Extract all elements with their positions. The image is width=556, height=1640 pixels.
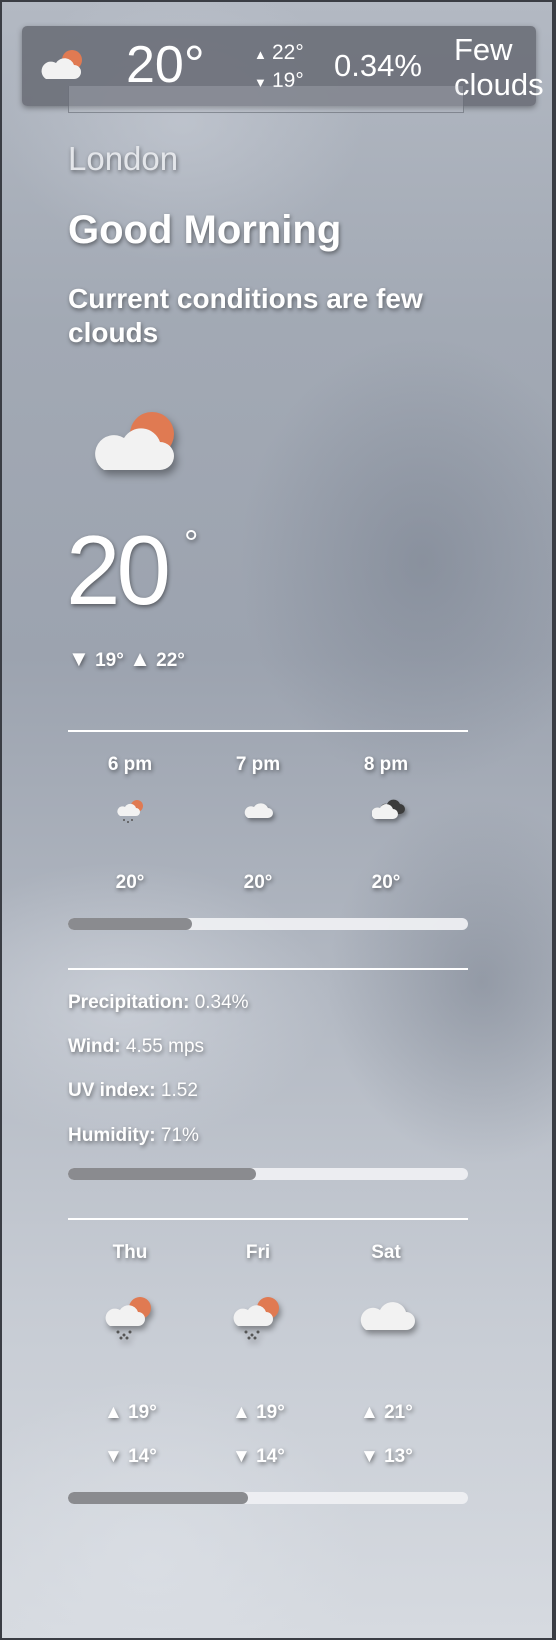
wind-value: 4.55 mps (125, 1036, 205, 1057)
hour-temp: 20° (371, 872, 401, 893)
hour-label: 6 pm (107, 754, 153, 775)
search-input[interactable] (68, 86, 464, 113)
day-high-value: 19° (256, 1402, 285, 1423)
hour-label: 7 pm (235, 754, 281, 775)
wind-row: Wind: 4.55 mps (68, 1036, 204, 1058)
day-low-value: 14° (128, 1446, 157, 1467)
down-triangle-icon: ▼ (232, 1446, 251, 1467)
day-high: ▲ 19° (104, 1402, 184, 1424)
divider (68, 968, 468, 970)
precipitation-label: Precipitation: (68, 992, 190, 1013)
day-label: Fri (245, 1242, 271, 1263)
scrollbar-thumb[interactable] (68, 918, 192, 930)
weather-page: 20° ▲ 22° ▼ 19° 0.34% Few clouds London Go… (2, 2, 552, 1638)
humidity-value: 71% (160, 1125, 199, 1146)
day-label: Thu (112, 1242, 148, 1263)
hourly-scrollbar[interactable] (68, 918, 468, 930)
down-triangle-icon: ▼ (104, 1446, 123, 1467)
current-high: 22° (156, 650, 185, 671)
daily-scrollbar[interactable] (68, 1492, 468, 1504)
uv-value: 1.52 (160, 1080, 198, 1101)
few-clouds-rain-icon (232, 1294, 284, 1346)
current-temp: 20 (66, 515, 171, 625)
up-triangle-icon: ▲ (129, 646, 151, 671)
details-scrollbar[interactable] (68, 1168, 468, 1180)
day-low: ▼ 14° (232, 1446, 312, 1468)
day-low-value: 13° (384, 1446, 413, 1467)
day-low: ▼ 14° (104, 1446, 184, 1468)
up-triangle-icon: ▲ (254, 47, 267, 62)
wind-label: Wind: (68, 1036, 121, 1057)
scrollbar-thumb[interactable] (68, 1492, 248, 1504)
summary-high: 22° (272, 41, 304, 64)
city-name: London (68, 140, 179, 177)
divider (68, 730, 468, 732)
few-clouds-icon (88, 406, 184, 481)
up-triangle-icon: ▲ (360, 1402, 379, 1423)
uv-row: UV index: 1.52 (68, 1080, 198, 1102)
day-label: Sat (371, 1242, 401, 1263)
dark-clouds-icon (371, 798, 406, 830)
humidity-row: Humidity: 71% (68, 1125, 199, 1147)
conditions-text: Current conditions are few clouds (68, 283, 423, 348)
day-high-value: 19° (128, 1402, 157, 1423)
current-degree: ° (184, 522, 199, 563)
divider (68, 1218, 468, 1220)
cloud-icon (360, 1294, 420, 1340)
few-clouds-icon (38, 46, 86, 87)
current-low: 19° (95, 650, 124, 671)
hour-label: 8 pm (363, 754, 409, 775)
day-high: ▲ 21° (360, 1402, 440, 1424)
precipitation-row: Precipitation: 0.34% (68, 992, 249, 1014)
up-triangle-icon: ▲ (104, 1402, 123, 1423)
day-low: ▼ 13° (360, 1446, 440, 1468)
summary-precipitation: 0.34% (334, 48, 422, 83)
up-triangle-icon: ▲ (232, 1402, 251, 1423)
day-high: ▲ 19° (232, 1402, 312, 1424)
uv-label: UV index: (68, 1080, 156, 1101)
down-triangle-icon: ▼ (68, 646, 90, 671)
precipitation-value: 0.34% (194, 992, 249, 1013)
cloud-icon (244, 798, 276, 828)
current-low-high: ▼ 19° ▲ 22° (68, 646, 185, 672)
summary-description: Few clouds (454, 32, 544, 102)
greeting: Good Morning (68, 208, 342, 252)
hour-temp: 20° (243, 872, 273, 893)
down-triangle-icon: ▼ (360, 1446, 379, 1467)
few-clouds-rain-icon (116, 798, 146, 830)
day-high-value: 21° (384, 1402, 413, 1423)
hour-temp: 20° (115, 872, 145, 893)
scrollbar-thumb[interactable] (68, 1168, 256, 1180)
humidity-label: Humidity: (68, 1125, 156, 1146)
few-clouds-rain-icon (104, 1294, 156, 1346)
day-low-value: 14° (256, 1446, 285, 1467)
